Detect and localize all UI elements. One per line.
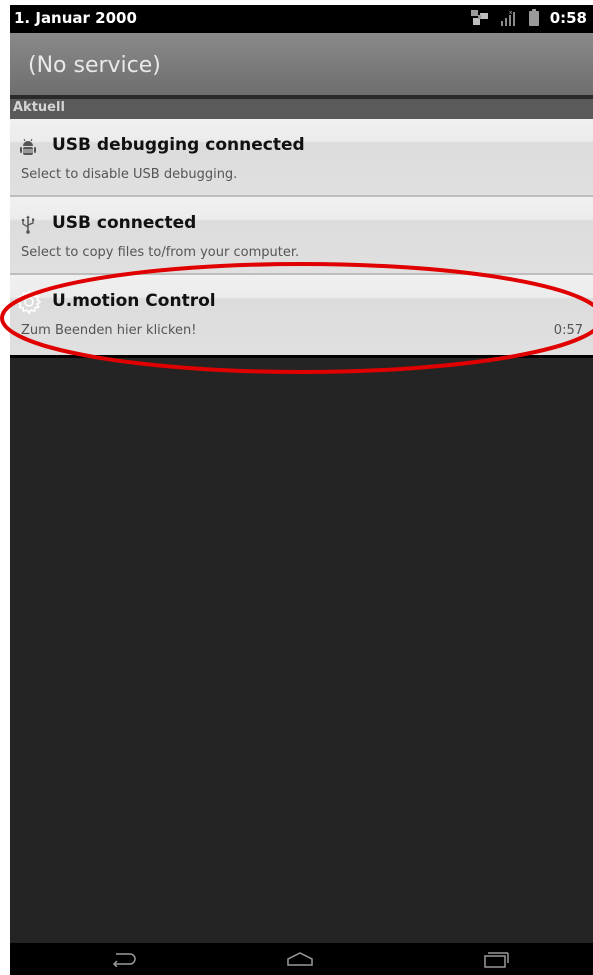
signal-icon: x (500, 9, 518, 27)
section-header: Aktuell (10, 99, 593, 119)
notification-text: Zum Beenden hier klicken! (21, 323, 197, 338)
notification-usb-debugging[interactable]: USB debugging connected Select to disabl… (10, 119, 593, 197)
notification-text: Select to copy files to/from your comput… (21, 245, 300, 260)
back-icon[interactable] (102, 949, 142, 969)
notification-title: USB connected (52, 213, 197, 233)
recents-icon[interactable] (476, 949, 516, 969)
notification-title: USB debugging connected (52, 135, 305, 155)
battery-icon (528, 9, 540, 27)
carrier-label: (No service) (28, 53, 161, 78)
notification-list: USB debugging connected Select to disabl… (10, 119, 593, 355)
usb-tether-icon (470, 9, 490, 27)
home-icon[interactable] (280, 949, 320, 969)
usb-icon (18, 215, 38, 235)
notification-text: Select to disable USB debugging. (21, 167, 238, 182)
status-bar: 1. Januar 2000 x 0:58 (10, 5, 593, 33)
status-time: 0:58 (549, 9, 587, 27)
notification-umotion-control[interactable]: U.motion Control Zum Beenden hier klicke… (10, 275, 593, 355)
notification-title: U.motion Control (52, 291, 216, 311)
navigation-bar (10, 943, 593, 975)
status-icons: x 0:58 (470, 9, 587, 27)
svg-text:x: x (509, 10, 513, 16)
carrier-header: (No service) (10, 33, 593, 95)
phone-screen: 1. Januar 2000 x 0:58 (No service) Aktue… (10, 5, 593, 975)
notification-usb-connected[interactable]: USB connected Select to copy files to/fr… (10, 197, 593, 275)
android-bug-icon (18, 137, 38, 157)
section-label: Aktuell (13, 100, 65, 115)
gear-icon (16, 289, 42, 315)
status-date: 1. Januar 2000 (14, 9, 137, 27)
empty-notification-area (10, 358, 593, 943)
notification-time: 0:57 (553, 323, 583, 338)
